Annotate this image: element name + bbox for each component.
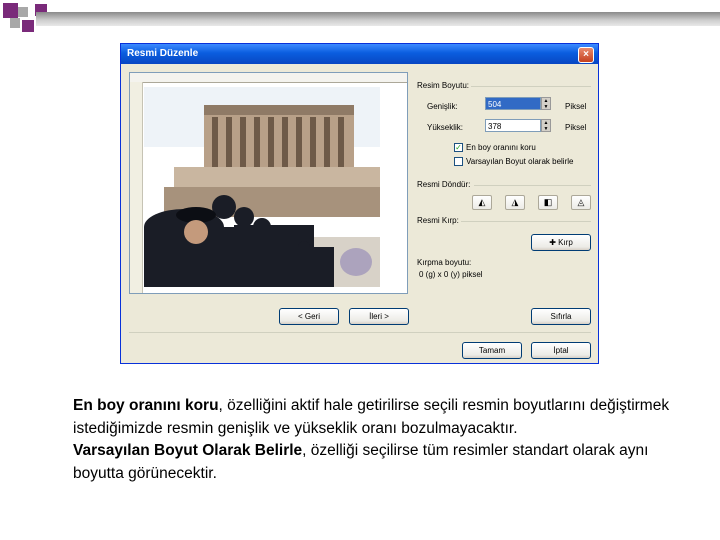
crop-button-label: Kırp <box>558 238 573 247</box>
header-bar <box>36 12 720 26</box>
bottom-divider <box>129 332 591 333</box>
flip-vertical-button[interactable]: ◬ <box>571 195 591 210</box>
dialog-titlebar: Resmi Düzenle × <box>121 44 598 64</box>
preview-photo <box>144 87 380 287</box>
back-button[interactable]: < Geri <box>279 308 339 325</box>
crop-button[interactable]: ✚ Kırp <box>531 234 591 251</box>
height-label: Yükseklik: <box>427 123 464 132</box>
image-preview-pane <box>129 72 408 294</box>
size-group-label: Resim Boyutu: <box>417 81 470 90</box>
next-button[interactable]: İleri > <box>349 308 409 325</box>
height-unit: Piksel <box>565 123 587 132</box>
deco-square-4 <box>22 20 34 32</box>
ok-button[interactable]: Tamam <box>462 342 522 359</box>
width-input[interactable]: 504 <box>485 97 541 110</box>
caption-default-size-term: Varsayılan Boyut Olarak Belirle <box>73 442 303 459</box>
reset-button[interactable]: Sıfırla <box>531 308 591 325</box>
deco-square-2 <box>18 7 28 17</box>
edit-image-dialog: Resmi Düzenle × Resim Boyutu: Genişlik: … <box>120 43 599 364</box>
rotate-group-line <box>474 185 591 186</box>
size-group-line <box>471 86 591 87</box>
default-size-checkbox[interactable] <box>454 157 463 166</box>
dialog-title: Resmi Düzenle <box>127 48 199 59</box>
horizontal-scrollbar[interactable] <box>130 73 407 83</box>
deco-square-3 <box>10 18 20 28</box>
rotate-left-button[interactable]: ◭ <box>472 195 492 210</box>
vertical-scrollbar[interactable] <box>130 82 143 293</box>
width-label: Genişlik: <box>427 102 458 111</box>
width-unit: Piksel <box>565 102 587 111</box>
close-button[interactable]: × <box>578 47 594 63</box>
default-size-label: Varsayılan Boyut olarak belirle <box>466 157 574 166</box>
keep-ratio-label: En boy oranını koru <box>466 143 536 152</box>
caption-keep-ratio-term: En boy oranını koru <box>73 397 219 414</box>
height-input[interactable]: 378 <box>485 119 541 132</box>
crop-group-label: Resmi Kırp: <box>417 216 459 225</box>
height-spinner[interactable]: ▲ ▼ <box>541 119 551 132</box>
cancel-button[interactable]: İptal <box>531 342 591 359</box>
rotate-group-label: Resmi Döndür: <box>417 180 471 189</box>
flip-horizontal-button[interactable]: ◧ <box>538 195 558 210</box>
photo-image <box>144 87 380 287</box>
crop-icon: ✚ <box>549 238 556 247</box>
width-spinner[interactable]: ▲ ▼ <box>541 97 551 110</box>
slide-caption: En boy oranını koru, özelliğini aktif ha… <box>73 395 673 485</box>
crop-size-label: Kırpma boyutu: <box>417 258 472 267</box>
keep-ratio-checkbox[interactable]: ✓ <box>454 143 463 152</box>
deco-square-1 <box>3 3 18 18</box>
crop-size-value: 0 (g) x 0 (y) piksel <box>419 270 483 279</box>
rotate-right-button[interactable]: ◮ <box>505 195 525 210</box>
crop-group-line <box>461 221 591 222</box>
